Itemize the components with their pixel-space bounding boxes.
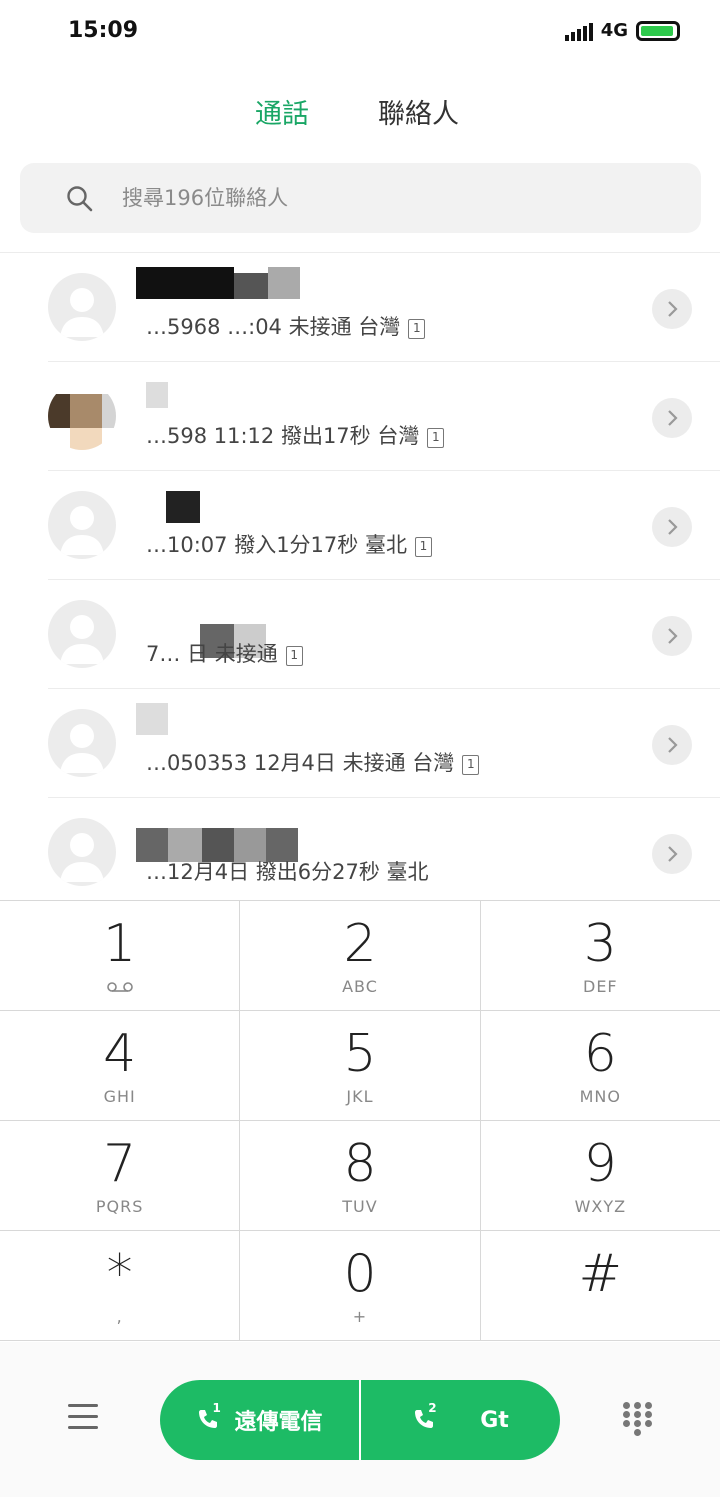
avatar[interactable] bbox=[48, 273, 116, 341]
call-log-row[interactable]: …12月4日 撥出6分27秒 臺北 bbox=[0, 798, 720, 907]
key-1[interactable]: 1 bbox=[0, 901, 241, 1010]
key-star[interactable]: *, bbox=[0, 1231, 241, 1340]
battery-icon bbox=[636, 20, 680, 41]
status-icons: 4G bbox=[564, 20, 680, 41]
chevron-right-icon[interactable] bbox=[652, 834, 692, 874]
sim2-carrier-label: Gt bbox=[480, 1407, 509, 1433]
signal-icon bbox=[564, 21, 593, 41]
avatar[interactable] bbox=[48, 382, 116, 450]
call-detail: …10:07 撥入1分17秒 臺北 1 bbox=[146, 529, 432, 559]
call-detail: 7… 日 未接通 1 bbox=[146, 638, 303, 668]
call-log-row[interactable]: …10:07 撥入1分17秒 臺北 1 bbox=[0, 471, 720, 580]
contact-name-redacted bbox=[136, 267, 306, 301]
call-detail: …12月4日 撥出6分27秒 臺北 bbox=[146, 860, 429, 884]
contact-name-redacted bbox=[136, 485, 306, 523]
avatar[interactable] bbox=[48, 818, 116, 886]
key-7[interactable]: 7 PQRS bbox=[0, 1121, 241, 1230]
call-sim2-button[interactable]: 2 Gt bbox=[359, 1380, 560, 1460]
call-log-row[interactable]: 7… 日 未接通 1 bbox=[0, 580, 720, 689]
chevron-right-icon[interactable] bbox=[652, 507, 692, 547]
sim-badge: 1 bbox=[414, 537, 432, 557]
dialpad-toggle-icon[interactable] bbox=[623, 1402, 653, 1436]
contact-name-redacted bbox=[136, 812, 306, 862]
call-log-row[interactable]: …050353 12月4日 未接通 台灣 1 bbox=[0, 689, 720, 798]
voicemail-icon bbox=[106, 982, 133, 992]
key-2[interactable]: 2 ABC bbox=[240, 901, 481, 1010]
bottom-action-bar: 1 遠傳電信 2 Gt bbox=[0, 1342, 720, 1497]
chevron-right-icon[interactable] bbox=[652, 725, 692, 765]
call-sim1-button[interactable]: 1 遠傳電信 bbox=[160, 1380, 359, 1460]
tab-contacts[interactable]: 聯絡人 bbox=[378, 92, 459, 131]
call-detail: …050353 12月4日 未接通 台灣 1 bbox=[146, 747, 480, 777]
top-tabs: 通話 聯絡人 bbox=[0, 92, 720, 136]
key-8[interactable]: 8 TUV bbox=[240, 1121, 481, 1230]
contact-name-redacted bbox=[136, 594, 306, 658]
key-4[interactable]: 4 GHI bbox=[0, 1011, 241, 1120]
call-log-row[interactable]: …598 11:12 撥出17秒 台灣 1 bbox=[0, 362, 720, 471]
key-6[interactable]: 6 MNO bbox=[481, 1011, 720, 1120]
key-5[interactable]: 5 JKL bbox=[240, 1011, 481, 1120]
call-log-row[interactable]: …5968 …:04 未接通 台灣 1 bbox=[0, 253, 720, 362]
phone-icon: 1 bbox=[196, 1401, 222, 1433]
call-buttons: 1 遠傳電信 2 Gt bbox=[160, 1380, 560, 1460]
search-icon bbox=[67, 186, 93, 212]
chevron-right-icon[interactable] bbox=[652, 289, 692, 329]
search-bar[interactable] bbox=[20, 163, 701, 233]
call-detail: …5968 …:04 未接通 台灣 1 bbox=[146, 311, 426, 341]
contact-name-redacted bbox=[136, 703, 306, 737]
avatar[interactable] bbox=[48, 491, 116, 559]
chevron-right-icon[interactable] bbox=[652, 398, 692, 438]
avatar[interactable] bbox=[48, 709, 116, 777]
contact-name-redacted bbox=[136, 376, 306, 410]
sim-badge: 1 bbox=[285, 646, 303, 666]
phone-icon: 2 bbox=[412, 1401, 438, 1433]
network-type: 4G bbox=[600, 20, 628, 41]
call-log-list: …5968 …:04 未接通 台灣 1 …598 11:12 撥出17秒 台灣 1 … bbox=[0, 252, 720, 907]
chevron-right-icon[interactable] bbox=[652, 616, 692, 656]
avatar[interactable] bbox=[48, 600, 116, 668]
key-9[interactable]: 9 WXYZ bbox=[481, 1121, 720, 1230]
status-bar: 15:09 4G bbox=[0, 0, 720, 64]
sim-badge: 1 bbox=[427, 428, 445, 448]
menu-icon[interactable] bbox=[68, 1404, 98, 1430]
key-0[interactable]: 0 + bbox=[240, 1231, 481, 1340]
sim-badge: 1 bbox=[408, 319, 426, 339]
tab-calls[interactable]: 通話 bbox=[255, 92, 309, 131]
search-input[interactable] bbox=[122, 181, 662, 215]
key-3[interactable]: 3 DEF bbox=[481, 901, 720, 1010]
sim-badge: 1 bbox=[462, 755, 480, 775]
call-detail: …598 11:12 撥出17秒 台灣 1 bbox=[146, 420, 445, 450]
sim1-carrier-label: 遠傳電信 bbox=[234, 1410, 323, 1435]
status-time: 15:09 bbox=[68, 18, 139, 43]
key-hash[interactable]: # bbox=[481, 1231, 720, 1340]
dial-keypad: 1 2 ABC 3 DEF 4 GHI 5 JKL 6 MNO 7 PQRS 8 TUV 9W… bbox=[0, 900, 720, 1341]
